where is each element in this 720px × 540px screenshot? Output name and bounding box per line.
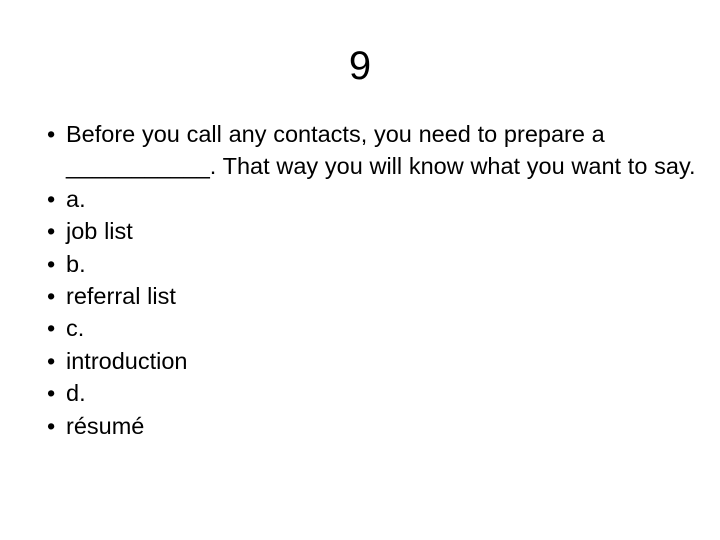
list-item-label: b.: [66, 250, 86, 277]
bullet-icon: •: [47, 121, 56, 147]
bullet-icon: •: [47, 347, 56, 374]
list-item: • b.: [36, 248, 696, 280]
bullet-icon: •: [47, 185, 56, 212]
page-title: 9: [348, 44, 372, 88]
bullet-icon: •: [47, 315, 56, 342]
slide-canvas: 9 • Before you call any contacts, you ne…: [0, 0, 720, 540]
list-item: • job list: [36, 215, 696, 247]
list-item-label: résumé: [66, 412, 145, 439]
bullet-icon: •: [47, 250, 56, 277]
list-item: • Before you call any contacts, you need…: [36, 118, 696, 183]
bullet-icon: •: [47, 412, 56, 439]
bullet-icon: •: [47, 380, 56, 407]
slide-body: • Before you call any contacts, you need…: [36, 118, 696, 442]
bullet-list: • Before you call any contacts, you need…: [36, 118, 696, 442]
list-item-label: d.: [66, 380, 86, 407]
list-item: • a.: [36, 183, 696, 215]
bullet-icon: •: [47, 218, 56, 245]
list-item: • d.: [36, 377, 696, 409]
list-item-label: a.: [66, 185, 86, 212]
list-item-label: referral list: [66, 283, 176, 310]
bullet-icon: •: [47, 283, 56, 310]
list-item: • introduction: [36, 345, 696, 377]
list-item-label: Before you call any contacts, you need t…: [66, 121, 696, 180]
list-item: • résumé: [36, 410, 696, 442]
list-item: • c.: [36, 312, 696, 344]
list-item-label: introduction: [66, 347, 188, 374]
list-item-label: job list: [66, 218, 133, 245]
list-item: • referral list: [36, 280, 696, 312]
list-item-label: c.: [66, 315, 85, 342]
